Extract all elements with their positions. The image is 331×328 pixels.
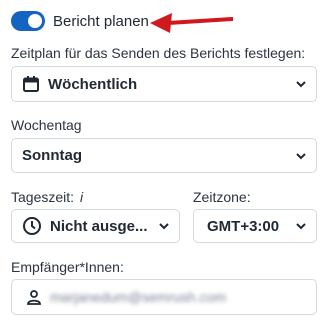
chevron-down-icon [296, 223, 306, 230]
chevron-down-icon [296, 152, 306, 159]
timezone-value: GMT+3:00 [207, 217, 280, 235]
toggle-knob [28, 14, 42, 28]
weekday-label: Wochentag [11, 117, 82, 133]
recipients-input[interactable]: marjanedum@semrush.com [11, 279, 317, 315]
time-of-day-value: Nicht ausge... [50, 217, 148, 235]
timezone-select[interactable]: GMT+3:00 [193, 209, 317, 243]
weekday-value: Sonntag [22, 147, 82, 164]
chevron-down-icon [296, 81, 306, 88]
info-icon[interactable]: i [80, 189, 83, 205]
report-schedule-toggle-row: Bericht planen [11, 10, 149, 32]
schedule-frequency-value: Wöchentlich [48, 75, 138, 93]
clock-icon [22, 216, 42, 236]
timezone-label: Zeitzone: [193, 189, 251, 205]
recipients-label: Empfänger*Innen: [11, 259, 124, 275]
calendar-icon [22, 75, 40, 93]
weekday-select[interactable]: Sonntag [11, 138, 317, 173]
annotation-arrow-icon [150, 13, 233, 33]
time-of-day-label-text: Tageszeit: [11, 189, 75, 205]
chevron-down-icon [159, 223, 169, 230]
schedule-label: Zeitplan für das Senden des Berichts fes… [11, 45, 306, 61]
toggle-label: Bericht planen [53, 12, 149, 30]
time-of-day-label: Tageszeit: i [11, 189, 83, 205]
person-icon [26, 289, 42, 305]
time-of-day-select[interactable]: Nicht ausge... [11, 209, 180, 243]
recipient-email-chip[interactable]: marjanedum@semrush.com [50, 289, 226, 305]
schedule-report-toggle[interactable] [11, 11, 45, 31]
schedule-frequency-select[interactable]: Wöchentlich [11, 66, 317, 102]
